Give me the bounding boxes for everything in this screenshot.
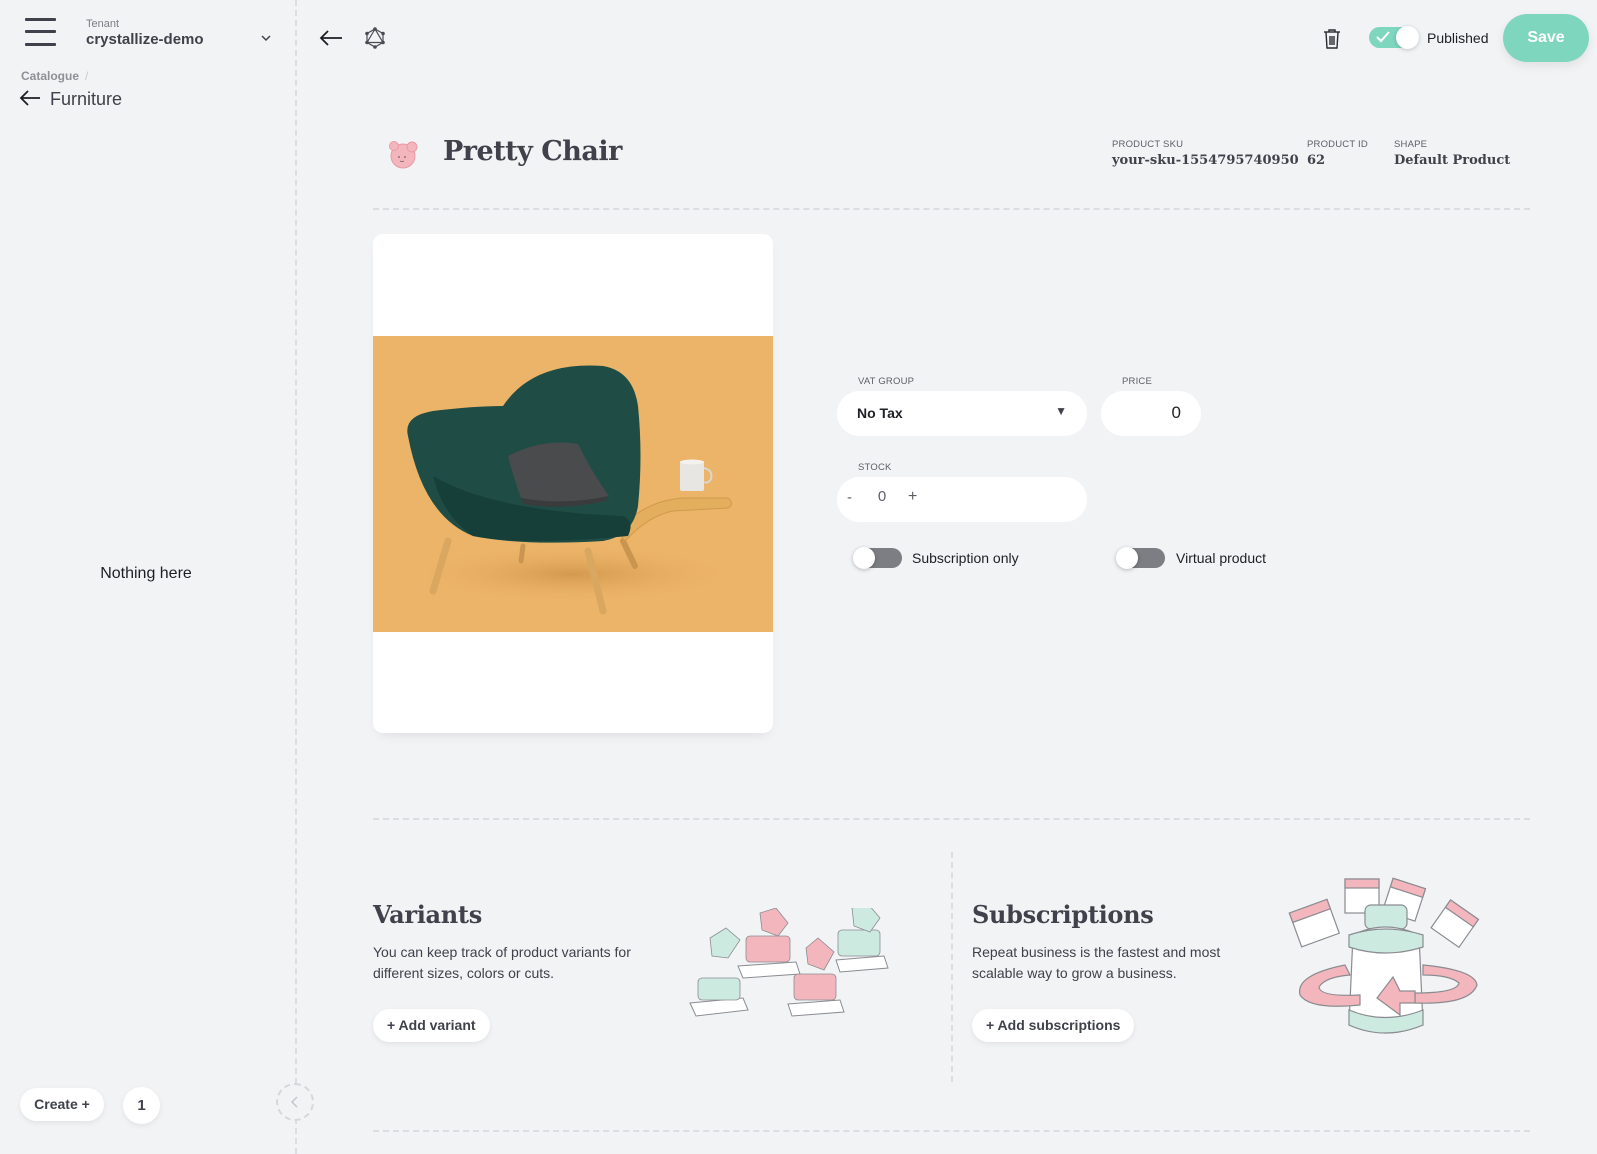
- check-icon: [1376, 31, 1390, 43]
- section-divider: [951, 852, 953, 1082]
- subscription-only-label: Subscription only: [912, 550, 1019, 566]
- product-id: Product ID 62: [1307, 139, 1368, 168]
- chevron-down-icon[interactable]: [258, 30, 274, 46]
- chevron-left-icon: [290, 1096, 298, 1108]
- product-image-card[interactable]: [373, 234, 773, 733]
- divider: [373, 1130, 1530, 1132]
- product-shape-value: Default Product: [1394, 153, 1511, 168]
- vat-group-label: VAT Group: [858, 376, 915, 387]
- menu-icon[interactable]: [25, 17, 56, 46]
- empty-tree-message: Nothing here: [100, 565, 192, 582]
- current-folder-title: Furniture: [50, 89, 123, 109]
- item-count-badge[interactable]: 1: [123, 1087, 160, 1124]
- product-image: [373, 336, 773, 632]
- stock-increment-button[interactable]: +: [908, 488, 917, 506]
- tenant-label: Tenant: [86, 18, 120, 30]
- product-id-label: Product ID: [1307, 139, 1368, 150]
- price-label: Price: [1122, 376, 1153, 387]
- dropdown-arrow-icon: ▼: [1055, 404, 1067, 418]
- subscriptions-illustration: [1288, 877, 1480, 1034]
- published-toggle[interactable]: [1369, 26, 1419, 49]
- stock-label: Stock: [858, 462, 892, 473]
- virtual-product-label: Virtual product: [1176, 550, 1267, 566]
- create-button[interactable]: Create +: [20, 1088, 104, 1121]
- divider: [373, 818, 1530, 820]
- product-sku-value: your-sku-1554795740950: [1112, 153, 1299, 168]
- subscriptions-title: Subscriptions: [972, 900, 1154, 929]
- breadcrumb-separator: /: [85, 69, 89, 83]
- tenant-switcher[interactable]: crystallize-demo: [86, 31, 204, 48]
- folder-back-arrow-icon[interactable]: [19, 89, 41, 107]
- subscription-only-toggle[interactable]: [853, 547, 902, 569]
- stock-stepper: - 0 +: [837, 477, 1087, 522]
- product-shape: Shape Default Product: [1394, 139, 1510, 168]
- graphql-icon[interactable]: [364, 27, 386, 49]
- breadcrumb-catalogue[interactable]: Catalogue: [21, 69, 79, 83]
- published-label: Published: [1427, 30, 1489, 46]
- add-subscriptions-button[interactable]: + Add subscriptions: [972, 1009, 1135, 1042]
- chair-photo: [403, 365, 743, 615]
- save-button[interactable]: Save: [1503, 14, 1589, 62]
- app: Tenant crystallize-demo Catalogue / Furni…: [0, 0, 1597, 1154]
- virtual-product-toggle[interactable]: [1116, 547, 1165, 569]
- variants-illustration: [689, 908, 889, 1017]
- add-variant-button[interactable]: + Add variant: [373, 1009, 490, 1042]
- product-shape-icon: [389, 141, 418, 169]
- product-shape-label: Shape: [1394, 139, 1428, 150]
- price-field[interactable]: [1101, 391, 1201, 436]
- divider: [373, 208, 1530, 210]
- collapse-sidebar-button[interactable]: [276, 1083, 314, 1121]
- subscriptions-description: Repeat business is the fastest and most …: [972, 944, 1221, 981]
- stock-value[interactable]: 0: [875, 488, 889, 505]
- variants-title: Variants: [373, 900, 482, 929]
- back-arrow-icon[interactable]: [319, 29, 343, 47]
- vat-group-value: No Tax: [857, 405, 903, 421]
- stock-decrement-button[interactable]: -: [847, 489, 852, 506]
- product-id-value: 62: [1307, 153, 1326, 168]
- product-title[interactable]: Pretty Chair: [443, 136, 622, 167]
- trash-icon[interactable]: [1322, 28, 1342, 50]
- price-input[interactable]: [1121, 403, 1181, 423]
- product-sku: Product SKU your-sku-1554795740950: [1112, 139, 1299, 168]
- variants-description: You can keep track of product variants f…: [373, 944, 631, 981]
- vat-group-select[interactable]: No Tax ▼: [837, 391, 1087, 436]
- product-sku-label: Product SKU: [1112, 139, 1184, 150]
- sidebar: Tenant crystallize-demo Catalogue / Furni…: [0, 0, 297, 1154]
- breadcrumb: Catalogue /: [21, 69, 88, 83]
